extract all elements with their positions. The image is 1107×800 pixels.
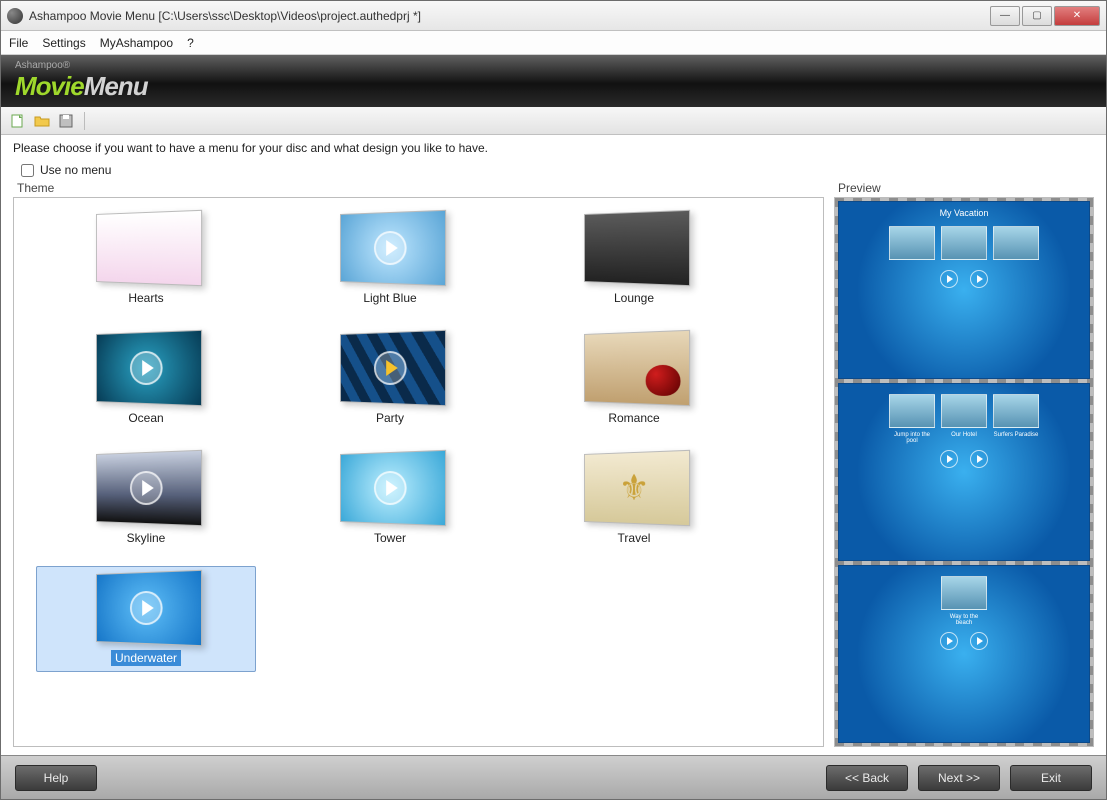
play-icon	[130, 591, 163, 626]
folder-open-icon	[34, 113, 50, 129]
toolbar-divider	[84, 112, 85, 130]
wizard-footer: Help << Back Next >> Exit	[1, 755, 1106, 799]
theme-thumb	[584, 450, 690, 526]
play-icon	[374, 471, 407, 506]
preview-thumb-label: Surfers Paradise	[993, 432, 1039, 444]
preview-thumb	[993, 394, 1039, 428]
titlebar: Ashampoo Movie Menu [C:\Users\ssc\Deskto…	[1, 1, 1106, 31]
theme-thumb	[96, 570, 202, 646]
theme-name: Romance	[604, 410, 663, 426]
preview-control-icon	[940, 450, 958, 468]
preview-thumb	[941, 226, 987, 260]
preview-thumb-label: Our Hotel	[941, 432, 987, 444]
theme-thumb	[340, 210, 446, 286]
theme-name: Lounge	[610, 290, 658, 306]
content-row: Theme Hearts Light Blue Lounge Ocean Party Ro…	[1, 181, 1106, 755]
theme-scroll-box[interactable]: Hearts Light Blue Lounge Ocean Party Romance S…	[13, 197, 824, 747]
theme-name: Light Blue	[359, 290, 420, 306]
preview-label: Preview	[838, 181, 1094, 195]
use-no-menu-row: Use no menu	[1, 161, 1106, 181]
theme-name: Hearts	[124, 290, 167, 306]
play-icon	[374, 351, 407, 386]
theme-panel: Theme Hearts Light Blue Lounge Ocean Party Ro…	[13, 181, 824, 747]
use-no-menu-checkbox[interactable]	[21, 164, 34, 177]
preview-control-icon	[970, 450, 988, 468]
theme-grid: Hearts Light Blue Lounge Ocean Party Romance S…	[36, 206, 817, 672]
save-project-button[interactable]	[57, 112, 75, 130]
preview-thumb-label: Jump into the pool	[889, 432, 935, 444]
play-icon	[130, 351, 163, 386]
menu-file[interactable]: File	[9, 36, 28, 50]
theme-item-party[interactable]: Party	[280, 326, 500, 432]
new-project-button[interactable]	[9, 112, 27, 130]
preview-slide: Way to the beach	[838, 565, 1090, 743]
preview-thumb	[889, 226, 935, 260]
preview-control-icon	[970, 632, 988, 650]
menu-myashampoo[interactable]: MyAshampoo	[100, 36, 173, 50]
theme-thumb	[96, 450, 202, 526]
preview-control-icon	[940, 270, 958, 288]
theme-thumb	[96, 330, 202, 406]
theme-name: Skyline	[123, 530, 170, 546]
play-icon	[130, 471, 163, 506]
preview-thumb-label: Way to the beach	[941, 614, 987, 626]
open-project-button[interactable]	[33, 112, 51, 130]
preview-panel: Preview My Vacation Jump into the pool Our…	[834, 181, 1094, 747]
theme-item-ocean[interactable]: Ocean	[36, 326, 256, 432]
theme-thumb	[584, 210, 690, 286]
preview-thumb	[993, 226, 1039, 260]
theme-name: Party	[372, 410, 408, 426]
preview-thumb	[941, 394, 987, 428]
maximize-button[interactable]: ▢	[1022, 6, 1052, 26]
close-button[interactable]: ✕	[1054, 6, 1100, 26]
theme-thumb	[340, 450, 446, 526]
theme-item-travel[interactable]: Travel	[524, 446, 744, 552]
minimize-button[interactable]: —	[990, 6, 1020, 26]
theme-thumb	[340, 330, 446, 406]
theme-item-lounge[interactable]: Lounge	[524, 206, 744, 312]
theme-item-hearts[interactable]: Hearts	[36, 206, 256, 312]
use-no-menu-label: Use no menu	[40, 163, 111, 177]
menu-settings[interactable]: Settings	[42, 36, 85, 50]
toolbar	[1, 107, 1106, 135]
window-title: Ashampoo Movie Menu [C:\Users\ssc\Deskto…	[29, 9, 988, 23]
theme-item-romance[interactable]: Romance	[524, 326, 744, 432]
help-button[interactable]: Help	[15, 765, 97, 791]
theme-item-underwater[interactable]: Underwater	[36, 566, 256, 672]
theme-item-tower[interactable]: Tower	[280, 446, 500, 552]
brand-bar: Ashampoo® MovieMenu	[1, 55, 1106, 107]
next-button[interactable]: Next >>	[918, 765, 1000, 791]
save-icon	[58, 113, 74, 129]
preview-slide: My Vacation	[838, 201, 1090, 379]
app-icon	[7, 8, 23, 24]
menubar: File Settings MyAshampoo ?	[1, 31, 1106, 55]
preview-thumb	[889, 394, 935, 428]
theme-name: Travel	[614, 530, 655, 546]
instruction-text: Please choose if you want to have a menu…	[1, 135, 1106, 161]
brand-company: Ashampoo®	[15, 60, 148, 71]
preview-control-icon	[970, 270, 988, 288]
preview-box: My Vacation Jump into the pool Our Hotel Su…	[834, 197, 1094, 747]
new-icon	[10, 113, 26, 129]
app-window: Ashampoo Movie Menu [C:\Users\ssc\Deskto…	[0, 0, 1107, 800]
theme-item-light-blue[interactable]: Light Blue	[280, 206, 500, 312]
preview-title: My Vacation	[940, 208, 989, 218]
theme-name: Tower	[370, 530, 410, 546]
window-controls: — ▢ ✕	[988, 6, 1100, 26]
brand-word-2: Menu	[84, 71, 148, 101]
play-icon	[374, 231, 407, 266]
menu-help[interactable]: ?	[187, 36, 194, 50]
back-button[interactable]: << Back	[826, 765, 908, 791]
theme-label: Theme	[17, 181, 824, 195]
theme-name: Ocean	[124, 410, 167, 426]
brand-word-1: Movie	[15, 71, 84, 101]
preview-control-icon	[940, 632, 958, 650]
preview-slide: Jump into the pool Our Hotel Surfers Parad…	[838, 383, 1090, 561]
preview-thumb	[941, 576, 987, 610]
theme-item-skyline[interactable]: Skyline	[36, 446, 256, 552]
theme-name: Underwater	[111, 650, 181, 666]
theme-thumb	[584, 330, 690, 406]
exit-button[interactable]: Exit	[1010, 765, 1092, 791]
theme-thumb	[96, 210, 202, 286]
